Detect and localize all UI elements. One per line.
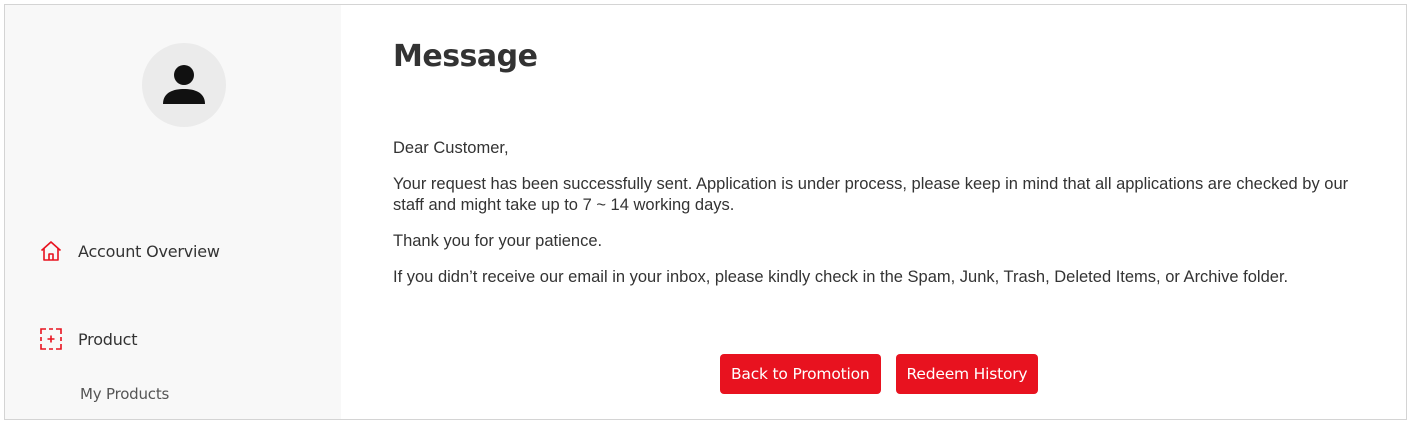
thanks-text: Thank you for your patience. (393, 232, 603, 250)
sidebar-subitem-my-products[interactable]: My Products (80, 385, 169, 403)
sidebar-item-product[interactable]: Product (39, 327, 138, 351)
sidebar-item-label: Account Overview (78, 241, 220, 261)
product-icon (39, 327, 63, 351)
status-text: Your request has been successfully sent.… (393, 175, 1349, 214)
greeting-text: Dear Customer, (393, 139, 509, 157)
sidebar-item-account-overview[interactable]: Account Overview (39, 239, 220, 263)
user-icon (163, 65, 205, 104)
action-buttons: Back to Promotion Redeem History (720, 354, 1039, 394)
sidebar: Account Overview Product My Products (5, 5, 341, 419)
sidebar-item-label: Product (78, 329, 138, 349)
home-icon (39, 239, 63, 263)
back-to-promotion-button[interactable]: Back to Promotion (720, 354, 881, 394)
page-title: Message (393, 39, 538, 74)
message-body: Dear Customer, Your request has been suc… (393, 138, 1353, 303)
message-panel: Message Dear Customer, Your request has … (393, 5, 1406, 419)
avatar[interactable] (142, 43, 226, 127)
redeem-history-button[interactable]: Redeem History (895, 354, 1039, 394)
page-frame: Account Overview Product My Products Mes… (4, 4, 1407, 420)
spam-notice-text: If you didn’t receive our email in your … (393, 268, 1289, 286)
